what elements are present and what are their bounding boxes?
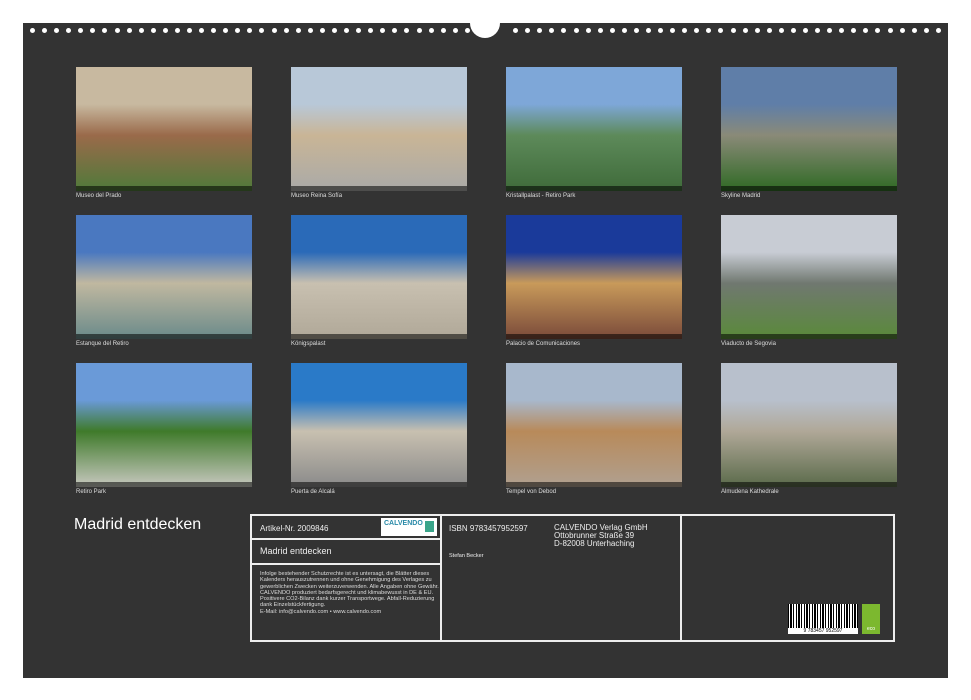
photo-caption: Skyline Madrid: [721, 193, 760, 199]
photo-caption: Museo del Prado: [76, 193, 121, 199]
photo: [506, 363, 682, 487]
photo: [291, 363, 467, 487]
photo-caption: Tempel von Debod: [506, 489, 556, 495]
photo: [721, 363, 897, 487]
product-name: Madrid entdecken: [260, 546, 332, 556]
calendar-title: Madrid entdecken: [74, 516, 201, 534]
publisher-address: CALVENDO Verlag GmbHOttobrunner Straße 3…: [554, 524, 648, 548]
photo: [721, 67, 897, 191]
photo: [76, 215, 252, 339]
photo-caption: Kristallpalast - Retiro Park: [506, 193, 575, 199]
photo-caption: Retiro Park: [76, 489, 106, 495]
photo-caption: Estanque del Retiro: [76, 341, 129, 347]
photo-caption: Viaducto de Segovia: [721, 341, 776, 347]
photo-caption: Puerta de Alcalá: [291, 489, 335, 495]
photo: [291, 67, 467, 191]
barcode: 9 783457 952597: [788, 604, 858, 634]
photo: [721, 215, 897, 339]
legal-text: Infolge bestehender Schutzrechte ist es …: [260, 571, 440, 615]
photo: [76, 363, 252, 487]
author: Stefan Becker: [449, 553, 484, 559]
calvendo-logo: CALVENDO: [381, 518, 437, 536]
isbn: ISBN 9783457952597: [449, 524, 528, 533]
photo: [506, 215, 682, 339]
photo-caption: Almudena Kathedrale: [721, 489, 779, 495]
info-box: Artikel-Nr. 2009846 CALVENDO Madrid entd…: [250, 514, 895, 642]
eco-leaf-icon: eco: [862, 604, 880, 634]
photo: [291, 215, 467, 339]
photo-caption: Königspalast: [291, 341, 325, 347]
photo-caption: Palacio de Comunicaciones: [506, 341, 580, 347]
photo-caption: Museo Reina Sofía: [291, 193, 342, 199]
article-number: Artikel-Nr. 2009846: [260, 524, 328, 533]
photo: [506, 67, 682, 191]
photo: [76, 67, 252, 191]
